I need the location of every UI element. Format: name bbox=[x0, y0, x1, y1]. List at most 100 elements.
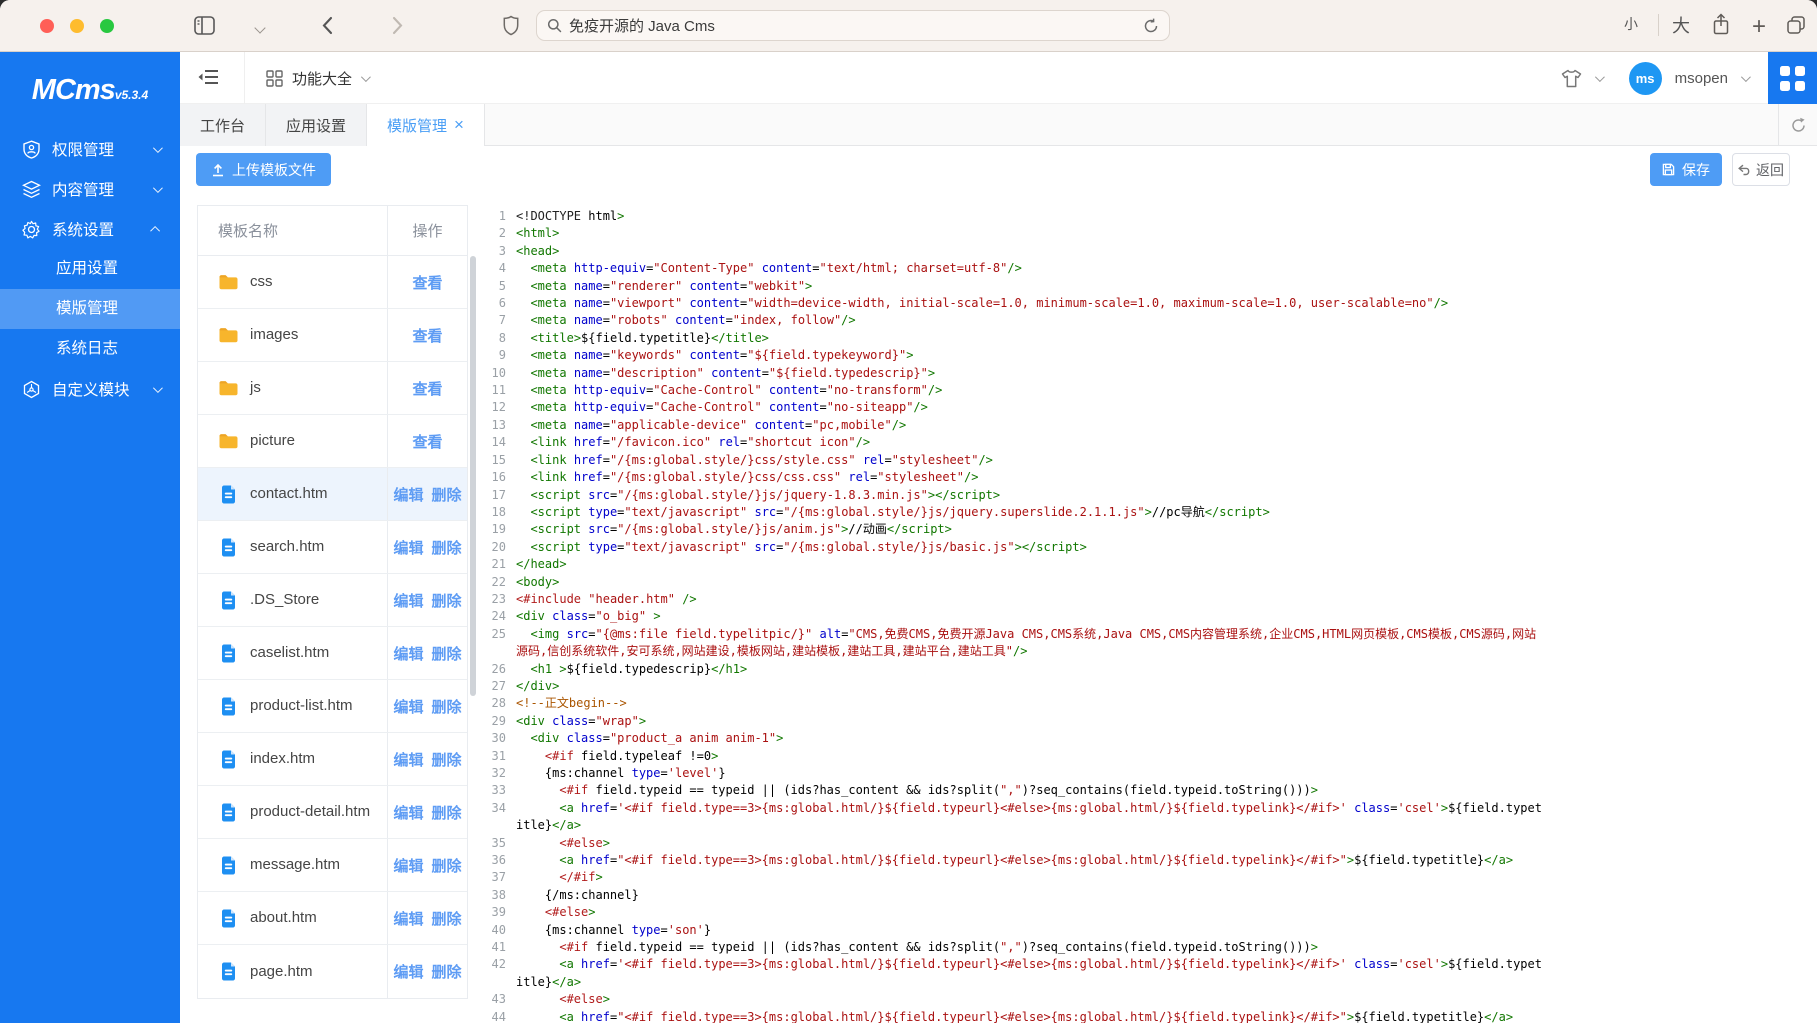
username[interactable]: msopen bbox=[1675, 70, 1728, 87]
chevron-down-icon[interactable] bbox=[1595, 72, 1605, 82]
action-link[interactable]: 编辑 bbox=[393, 643, 423, 664]
upload-button-label: 上传模板文件 bbox=[232, 160, 316, 180]
avatar[interactable]: ms bbox=[1629, 62, 1662, 95]
file-name-cell[interactable]: images bbox=[198, 309, 388, 361]
file-name-cell[interactable]: picture bbox=[198, 415, 388, 467]
actions-cell: 编辑删除 bbox=[388, 468, 467, 520]
file-name-cell[interactable]: caselist.htm bbox=[198, 627, 388, 679]
close-icon[interactable]: × bbox=[454, 116, 464, 133]
code-line: 24<div class="o_big" > bbox=[480, 608, 1545, 625]
action-link[interactable]: 删除 bbox=[432, 484, 462, 505]
new-tab-button[interactable]: + bbox=[1752, 13, 1766, 41]
close-window-button[interactable] bbox=[40, 19, 54, 33]
text-size-increase-button[interactable]: 大 bbox=[1672, 12, 1690, 38]
file-name-cell[interactable]: css bbox=[198, 256, 388, 308]
collapse-sidebar-icon[interactable] bbox=[198, 67, 220, 87]
action-link[interactable]: 查看 bbox=[412, 378, 442, 399]
share-icon[interactable] bbox=[1712, 13, 1730, 36]
tab-app-settings[interactable]: 应用设置 bbox=[266, 104, 367, 146]
sidebar-item-permissions[interactable]: 权限管理 bbox=[0, 129, 180, 169]
code-line: 27</div> bbox=[480, 678, 1545, 695]
file-name-cell[interactable]: js bbox=[198, 362, 388, 414]
sidebar-toggle-icon[interactable] bbox=[194, 16, 215, 35]
file-name-cell[interactable]: search.htm bbox=[198, 521, 388, 573]
action-link[interactable]: 删除 bbox=[432, 643, 462, 664]
reload-icon[interactable] bbox=[1143, 18, 1159, 34]
line-number: 20 bbox=[480, 539, 506, 556]
privacy-shield-icon[interactable] bbox=[503, 15, 519, 36]
back-button[interactable] bbox=[322, 16, 333, 35]
refresh-tab-button[interactable] bbox=[1778, 104, 1817, 146]
line-number: 19 bbox=[480, 521, 506, 538]
file-name-cell[interactable]: product-detail.htm bbox=[198, 786, 388, 838]
sidebar-chevron-icon[interactable] bbox=[254, 22, 265, 33]
line-number: 31 bbox=[480, 748, 506, 765]
upload-template-button[interactable]: 上传模板文件 bbox=[196, 153, 331, 186]
action-link[interactable]: 编辑 bbox=[393, 696, 423, 717]
file-name-cell[interactable]: about.htm bbox=[198, 892, 388, 944]
action-link[interactable]: 查看 bbox=[412, 431, 442, 452]
action-link[interactable]: 查看 bbox=[412, 272, 442, 293]
action-link[interactable]: 编辑 bbox=[393, 908, 423, 929]
text-size-decrease-button[interactable]: 小 bbox=[1624, 14, 1638, 34]
action-link[interactable]: 删除 bbox=[432, 590, 462, 611]
file-name-cell[interactable]: product-list.htm bbox=[198, 680, 388, 732]
tab-overview-icon[interactable] bbox=[1786, 15, 1806, 35]
actions-cell: 查看 bbox=[388, 415, 467, 467]
sidebar-item-app-settings[interactable]: 应用设置 bbox=[0, 249, 180, 289]
file-name: index.htm bbox=[250, 748, 315, 770]
tab-template-management[interactable]: 模版管理× bbox=[367, 104, 485, 146]
fullscreen-apps-button[interactable] bbox=[1768, 52, 1817, 104]
file-name-cell[interactable]: message.htm bbox=[198, 839, 388, 891]
action-link[interactable]: 删除 bbox=[432, 537, 462, 558]
line-number: 4 bbox=[480, 260, 506, 277]
action-link[interactable]: 删除 bbox=[432, 749, 462, 770]
code-line: 11 <meta http-equiv="Cache-Control" cont… bbox=[480, 382, 1545, 399]
code-text: <!DOCTYPE html> bbox=[516, 208, 1545, 225]
action-link[interactable]: 编辑 bbox=[393, 961, 423, 982]
sidebar-item-content[interactable]: 内容管理 bbox=[0, 169, 180, 209]
code-line: 5 <meta name="renderer" content="webkit"… bbox=[480, 278, 1545, 295]
line-number: 15 bbox=[480, 452, 506, 469]
forward-button[interactable] bbox=[392, 16, 403, 35]
address-bar[interactable]: 免疫开源的 Java Cms bbox=[536, 10, 1170, 41]
maximize-window-button[interactable] bbox=[100, 19, 114, 33]
sidebar-item-system-log[interactable]: 系统日志 bbox=[0, 329, 180, 369]
table-row: page.htm编辑删除 bbox=[198, 945, 467, 998]
line-number: 27 bbox=[480, 678, 506, 695]
action-link[interactable]: 编辑 bbox=[393, 484, 423, 505]
action-link[interactable]: 编辑 bbox=[393, 749, 423, 770]
sidebar-item-system-settings[interactable]: 系统设置 bbox=[0, 209, 180, 249]
save-button[interactable]: 保存 bbox=[1650, 153, 1722, 186]
action-link[interactable]: 编辑 bbox=[393, 590, 423, 611]
file-name-cell[interactable]: contact.htm bbox=[198, 468, 388, 520]
action-link[interactable]: 删除 bbox=[432, 961, 462, 982]
file-name-cell[interactable]: index.htm bbox=[198, 733, 388, 785]
sidebar-item-custom-module[interactable]: 自定义模块 bbox=[0, 369, 180, 409]
action-link[interactable]: 查看 bbox=[412, 325, 442, 346]
function-menu[interactable]: 功能大全 bbox=[266, 52, 368, 104]
file-name-cell[interactable]: .DS_Store bbox=[198, 574, 388, 626]
action-link[interactable]: 删除 bbox=[432, 802, 462, 823]
sidebar-item-template-management[interactable]: 模版管理 bbox=[0, 289, 180, 329]
code-editor[interactable]: 1<!DOCTYPE html>2<html>3<head>4 <meta ht… bbox=[480, 208, 1545, 1023]
code-text: <#if field.typeid == typeid || (ids?has_… bbox=[516, 782, 1545, 799]
minimize-window-button[interactable] bbox=[70, 19, 84, 33]
code-text: <h1 >${field.typedescrip}</h1> bbox=[516, 661, 1545, 678]
action-link[interactable]: 删除 bbox=[432, 696, 462, 717]
file-icon bbox=[218, 537, 239, 558]
back-button[interactable]: 返回 bbox=[1732, 153, 1790, 186]
actions-cell: 编辑删除 bbox=[388, 574, 467, 626]
action-link[interactable]: 编辑 bbox=[393, 537, 423, 558]
action-link[interactable]: 编辑 bbox=[393, 855, 423, 876]
action-link[interactable]: 删除 bbox=[432, 855, 462, 876]
table-scrollbar[interactable] bbox=[470, 256, 476, 696]
chevron-down-icon[interactable] bbox=[1741, 72, 1751, 82]
action-link[interactable]: 删除 bbox=[432, 908, 462, 929]
action-link[interactable]: 编辑 bbox=[393, 802, 423, 823]
line-number: 40 bbox=[480, 922, 506, 939]
file-name-cell[interactable]: page.htm bbox=[198, 945, 388, 998]
code-text: {ms:channel type='son'} bbox=[516, 922, 1545, 939]
tab-workbench[interactable]: 工作台 bbox=[180, 104, 266, 146]
theme-tshirt-icon[interactable] bbox=[1561, 69, 1582, 88]
